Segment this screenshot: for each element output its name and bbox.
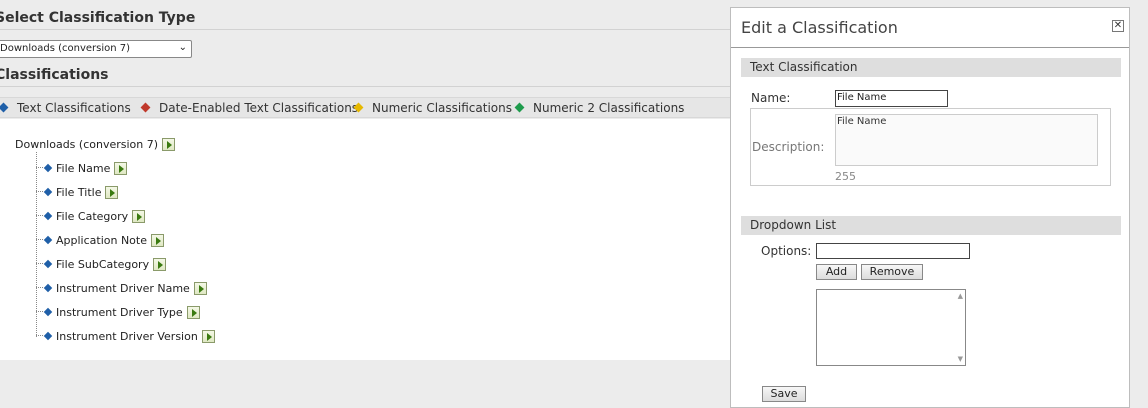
tree-node[interactable]: Instrument Driver Name [36,282,207,296]
tree-node[interactable]: File SubCategory [36,258,167,272]
divider [731,47,1129,48]
options-input[interactable] [816,243,970,259]
tree-node[interactable]: File Title [36,186,119,200]
legend-text: Text Classifications [0,101,131,115]
blue-diamond-icon [43,283,53,293]
blue-diamond-icon [43,259,53,269]
tree-node[interactable]: File Category [36,210,146,224]
green-diamond-icon [514,102,525,113]
tree-root-label: Downloads (conversion 7) [15,138,159,151]
main-area: Select Classification Type Downloads (co… [0,0,730,408]
classification-type-select[interactable]: Downloads (conversion 7) ⌄ [0,40,192,58]
save-button[interactable]: Save [762,386,806,402]
description-label: Description: [752,140,825,154]
classification-legend: Text Classifications Date-Enabled Text C… [0,97,730,118]
chevron-down-icon: ⌄ [178,42,187,53]
close-icon[interactable]: ✕ [1112,20,1124,32]
tree-node[interactable]: Instrument Driver Type [36,306,200,320]
tree-node[interactable]: File Name [36,162,128,176]
name-label: Name: [751,91,791,105]
blue-diamond-icon [43,235,53,245]
divider [0,29,730,30]
expand-arrow-icon[interactable] [186,306,200,319]
name-input[interactable]: File Name [835,90,948,107]
expand-arrow-icon[interactable] [114,162,128,175]
edit-classification-panel: Edit a Classification ✕ Text Classificat… [730,7,1130,408]
options-listbox[interactable]: ▲ ▼ [816,289,966,366]
classification-tree: Downloads (conversion 7) File Name File … [0,119,730,360]
yellow-diamond-icon [353,102,364,113]
expand-arrow-icon[interactable] [105,186,119,199]
expand-arrow-icon[interactable] [201,330,215,343]
expand-arrow-icon[interactable] [193,282,207,295]
expand-arrow-icon[interactable] [153,258,167,271]
blue-diamond-icon [43,211,53,221]
description-textarea[interactable]: File Name [835,114,1098,166]
add-button[interactable]: Add [816,264,857,280]
blue-diamond-icon [43,187,53,197]
panel-title: Edit a Classification [741,18,898,37]
scroll-down-icon[interactable]: ▼ [958,355,963,363]
blue-diamond-icon [0,102,9,113]
type-select-value: Downloads (conversion 7) [0,43,131,54]
divider [0,86,730,87]
legend-numeric-2: Numeric 2 Classifications [514,101,684,115]
tree-node[interactable]: Application Note [36,234,164,248]
expand-arrow-icon[interactable] [151,234,164,247]
classifications-heading: Classifications [0,67,109,83]
char-count: 255 [835,170,856,183]
scroll-up-icon[interactable]: ▲ [958,292,963,300]
blue-diamond-icon [43,307,53,317]
legend-date-enabled: Date-Enabled Text Classifications [140,101,358,115]
select-type-heading: Select Classification Type [0,10,196,26]
remove-button[interactable]: Remove [861,264,923,280]
dropdown-list-header: Dropdown List [741,216,1121,235]
legend-numeric: Numeric Classifications [353,101,512,115]
blue-diamond-icon [43,331,53,341]
red-diamond-icon [140,102,151,113]
options-label: Options: [761,244,812,258]
blue-diamond-icon [43,163,53,173]
tree-root: Downloads (conversion 7) [15,138,176,151]
expand-arrow-icon[interactable] [162,138,176,151]
expand-arrow-icon[interactable] [132,210,146,223]
text-classification-header: Text Classification [741,58,1121,77]
tree-node[interactable]: Instrument Driver Version [36,330,215,344]
